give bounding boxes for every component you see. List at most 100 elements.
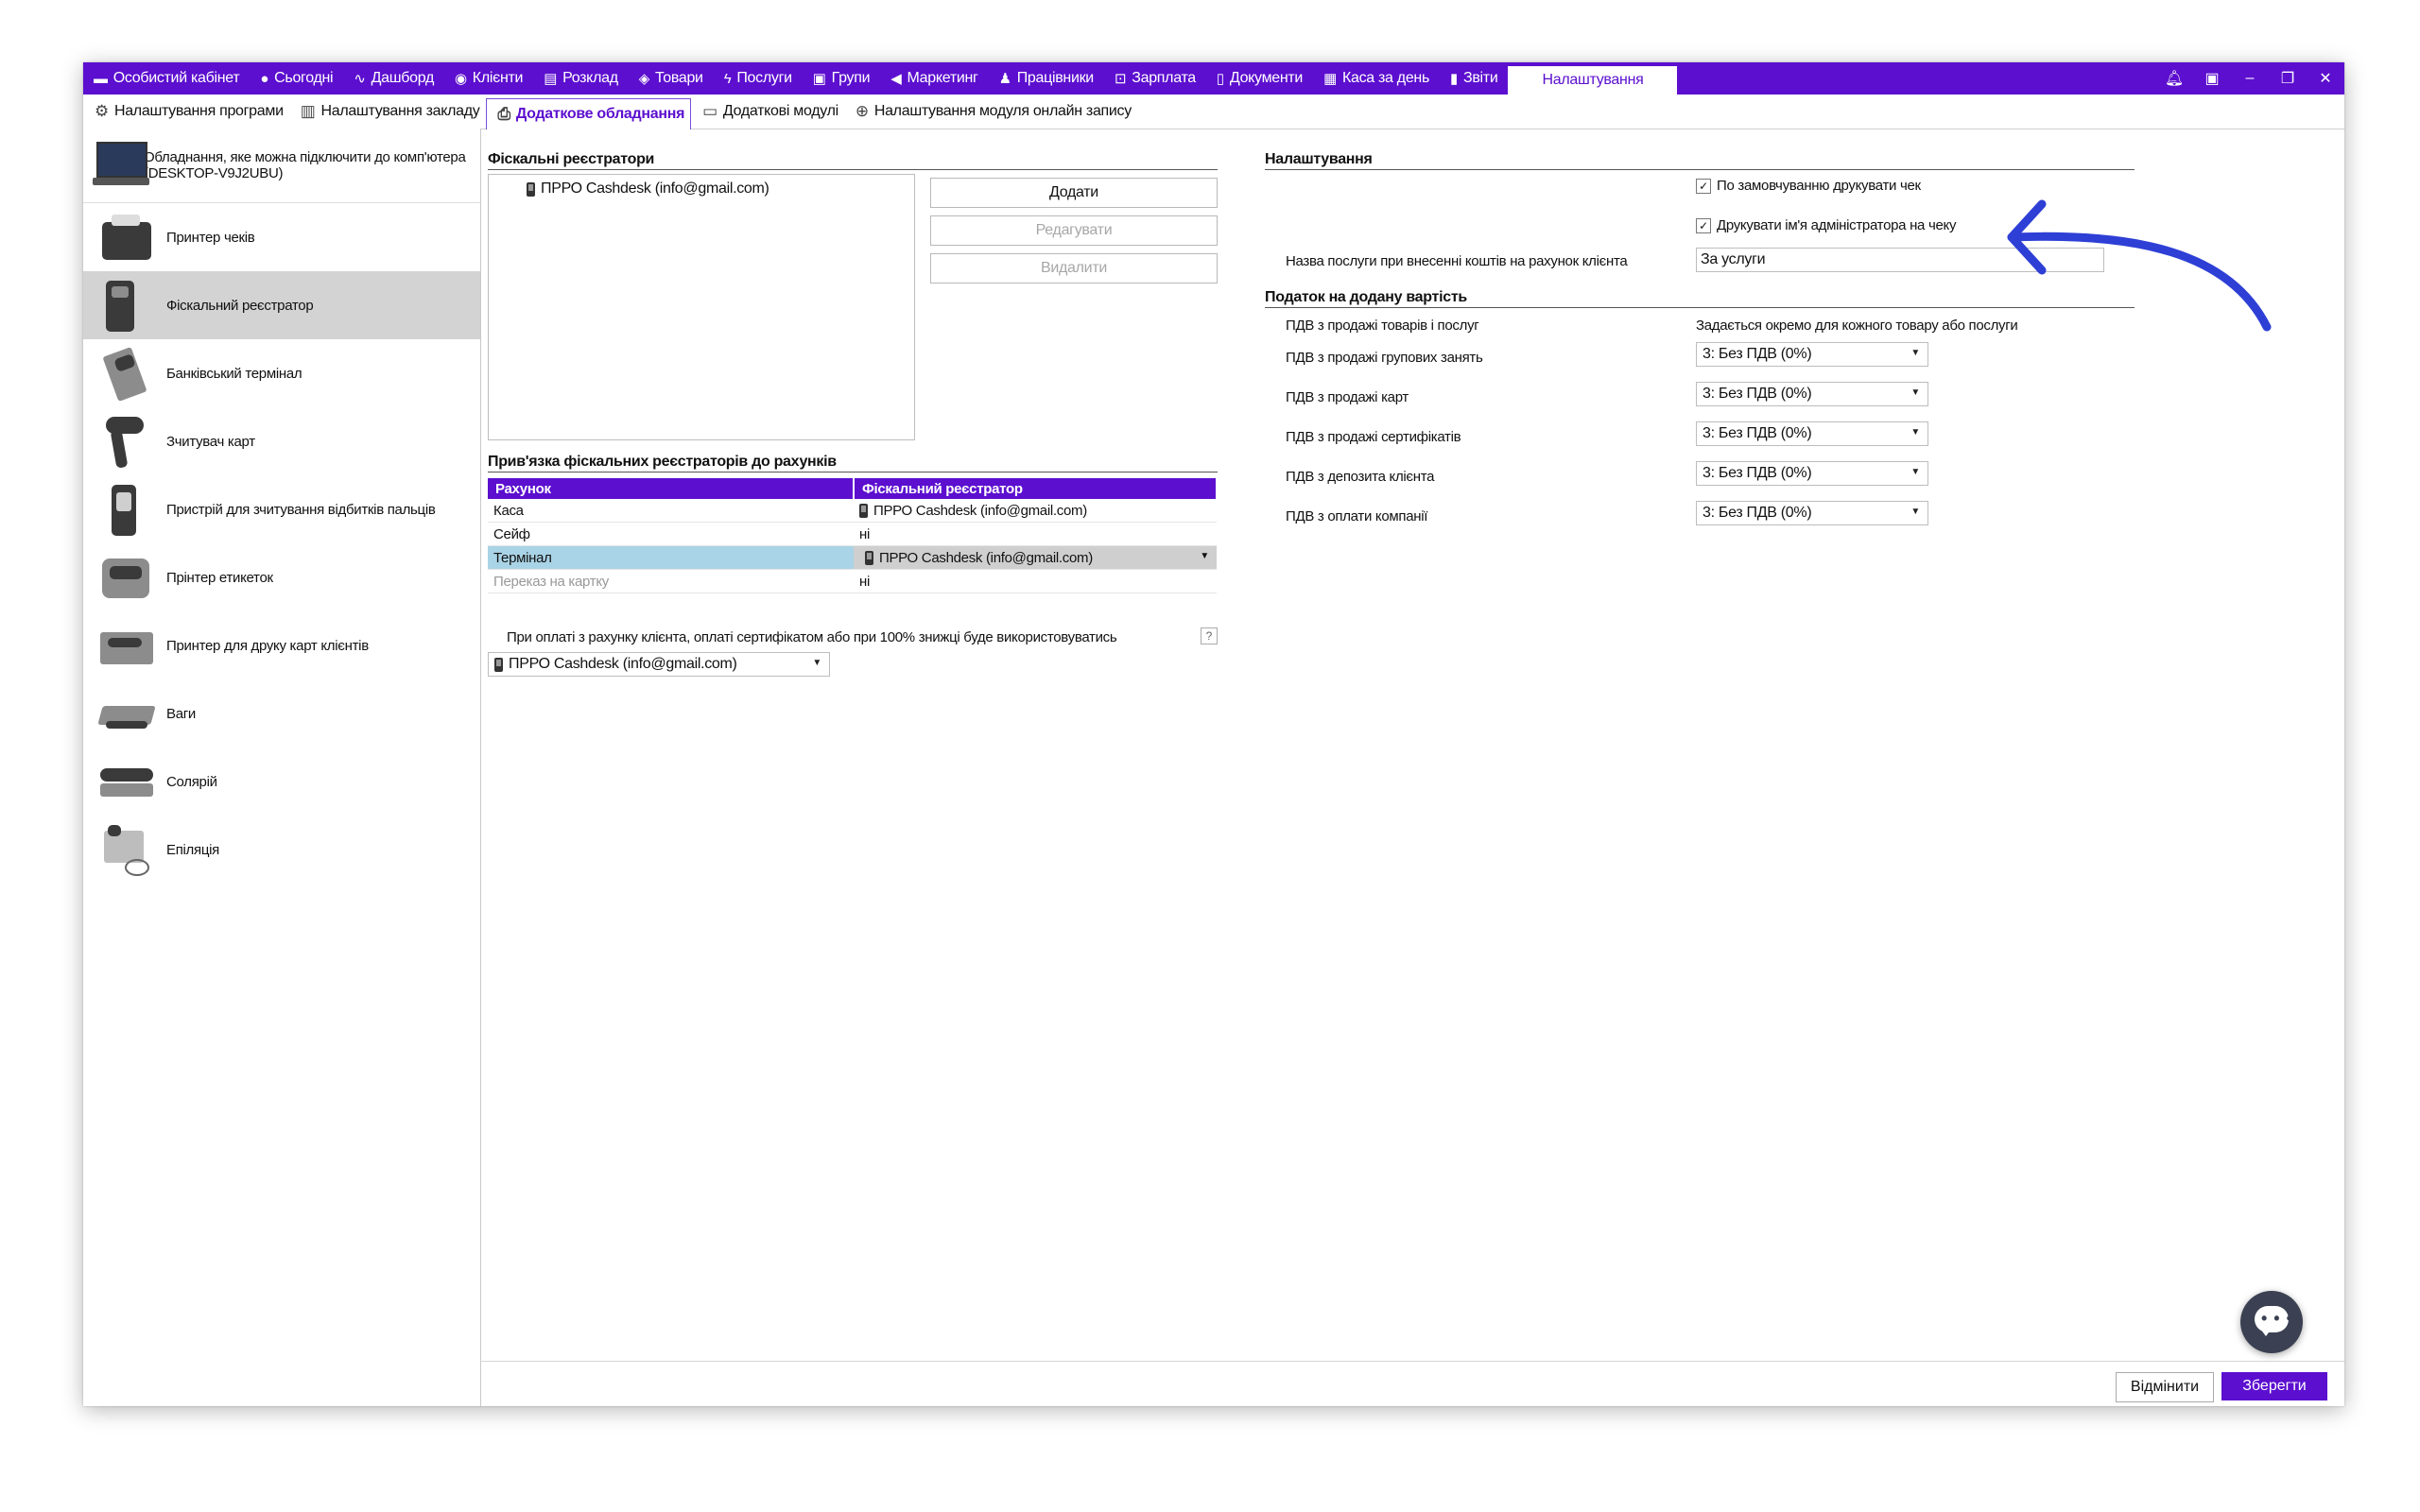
print-receipt-default-checkbox[interactable]: ✓ По замовчуванню друкувати чек bbox=[1696, 178, 1921, 194]
calendar-icon: ▤ bbox=[544, 71, 558, 87]
tab-venue-settings[interactable]: ▥ Налаштування закладу bbox=[289, 97, 486, 126]
device-epilation[interactable]: Епіляція bbox=[83, 816, 480, 884]
add-button[interactable]: Додати bbox=[930, 178, 1218, 208]
table-row-selected[interactable]: Термінал ПРРО Cashdesk (info@gmail.com) ▼ bbox=[488, 545, 1217, 570]
nav-goods[interactable]: ◈ Товари bbox=[629, 62, 714, 94]
chevron-down-icon: ▼ bbox=[1910, 348, 1920, 358]
vat-certificates-label: ПДВ з продажі сертифікатів bbox=[1286, 429, 1461, 445]
vat-cards-select[interactable]: 3: Без ПДВ (0%) ▼ bbox=[1696, 382, 1928, 406]
wallet-icon: ▬ bbox=[94, 70, 108, 87]
chevron-down-icon: ▼ bbox=[1910, 467, 1920, 477]
tab-online-booking-settings[interactable]: ⊕ Налаштування модуля онлайн запису bbox=[844, 97, 1137, 126]
vat-company-payment-select[interactable]: 3: Без ПДВ (0%) ▼ bbox=[1696, 501, 1928, 525]
scales-icon bbox=[97, 685, 156, 742]
nav-dashboard[interactable]: ∿ Дашборд bbox=[343, 62, 444, 94]
device-sidebar: Обладнання, яке можна підключити до комп… bbox=[83, 129, 481, 1406]
card-printer-icon bbox=[98, 617, 153, 674]
cancel-button[interactable]: Відмінити bbox=[2116, 1372, 2214, 1402]
person-icon: ♟ bbox=[998, 71, 1011, 87]
binding-heading: Прив'язка фіскальних реєстраторів до рах… bbox=[488, 454, 1218, 472]
print-admin-name-checkbox[interactable]: ✓ Друкувати ім'я адміністратора на чеку bbox=[1696, 217, 1956, 233]
chevron-down-icon: ▼ bbox=[1910, 427, 1920, 438]
device-scales[interactable]: Ваги bbox=[83, 679, 480, 747]
epilation-icon bbox=[98, 821, 153, 878]
nav-marketing[interactable]: ◀ Маркетинг bbox=[880, 62, 988, 94]
nav-clients[interactable]: ◉ Клієнти bbox=[444, 62, 533, 94]
nav-documents[interactable]: ▯ Документи bbox=[1206, 62, 1313, 94]
chat-icon[interactable]: • • • bbox=[2240, 1291, 2303, 1353]
vat-goods-value: Задається окремо для кожного товару або … bbox=[1696, 318, 2018, 334]
nav-reports[interactable]: ▮ Звіти bbox=[1440, 62, 1508, 94]
close-icon[interactable]: ✕ bbox=[2307, 69, 2344, 88]
chevron-down-icon: ▼ bbox=[1910, 507, 1920, 517]
phone-icon bbox=[494, 657, 503, 672]
table-row[interactable]: Сейф ні bbox=[488, 522, 1217, 546]
bank-terminal-icon bbox=[98, 345, 153, 402]
device-fiscal-registrar[interactable]: Фіскальний реєстратор bbox=[83, 271, 480, 339]
tab-program-settings[interactable]: ⚙ Налаштування програми bbox=[83, 97, 289, 126]
nav-employees[interactable]: ♟ Працівники bbox=[989, 62, 1104, 94]
footer-divider bbox=[480, 1361, 2344, 1362]
nav-today[interactable]: ● Сьогодні bbox=[250, 62, 343, 94]
device-fingerprint-reader[interactable]: Пристрій для зчитування відбитків пальці… bbox=[83, 475, 480, 543]
device-receipt-printer[interactable]: Принтер чеків bbox=[83, 203, 480, 271]
lock-icon[interactable]: ▣ bbox=[2193, 69, 2231, 88]
payment-registrar-select[interactable]: ПРРО Cashdesk (info@gmail.com) ▼ bbox=[488, 652, 830, 677]
user-circle-icon: ◉ bbox=[455, 71, 467, 87]
circle-icon: ● bbox=[260, 70, 269, 87]
minimize-icon[interactable]: – bbox=[2231, 70, 2269, 87]
nav-settings[interactable]: Налаштування bbox=[1508, 66, 1678, 94]
table-row[interactable]: Каса ПРРО Cashdesk (info@gmail.com) bbox=[488, 499, 1217, 523]
settings-subtabs: ⚙ Налаштування програми ▥ Налаштування зак… bbox=[83, 94, 2344, 129]
card-reader-icon bbox=[98, 413, 153, 470]
service-name-label: Назва послуги при внесенні коштів на рах… bbox=[1286, 253, 1628, 269]
delete-button[interactable]: Видалити bbox=[930, 253, 1218, 284]
box-icon: ◈ bbox=[638, 71, 650, 87]
top-nav: ▬ Особистий кабінет ● Сьогодні ∿ Дашборд ◉ К… bbox=[83, 62, 2344, 94]
vat-company-payment-label: ПДВ з оплати компанії bbox=[1286, 508, 1428, 524]
nav-cash-day[interactable]: ▦ Каса за день bbox=[1313, 62, 1440, 94]
device-label-printer[interactable]: Прінтер етикеток bbox=[83, 543, 480, 611]
binding-table: Рахунок Фіскальний реєстратор Каса ПРРО … bbox=[488, 478, 1218, 593]
solarium-icon bbox=[98, 753, 153, 810]
phone-icon bbox=[865, 551, 873, 566]
vat-client-deposit-select[interactable]: 3: Без ПДВ (0%) ▼ bbox=[1696, 461, 1928, 486]
window-controls: 🔔︎ ▣ – ❐ ✕ bbox=[2155, 62, 2344, 94]
tab-additional-modules[interactable]: ▭ Додаткові модулі bbox=[691, 97, 844, 126]
phone-icon bbox=[527, 181, 535, 197]
vat-certificates-select[interactable]: 3: Без ПДВ (0%) ▼ bbox=[1696, 421, 1928, 446]
device-bank-terminal[interactable]: Банківський термінал bbox=[83, 339, 480, 407]
pulse-icon: ∿ bbox=[354, 71, 366, 87]
group-icon: ▣ bbox=[812, 71, 826, 87]
restore-icon[interactable]: ❐ bbox=[2269, 69, 2307, 88]
fiscal-registrar-icon bbox=[98, 277, 153, 334]
tab-additional-equipment[interactable]: ⎙ Додаткове обладнання bbox=[485, 97, 692, 129]
device-solarium[interactable]: Солярій bbox=[83, 747, 480, 816]
device-card-printer[interactable]: Принтер для друку карт клієнтів bbox=[83, 611, 480, 679]
laptop-icon bbox=[93, 142, 149, 189]
annotation-arrow-icon bbox=[2007, 199, 2272, 332]
help-icon[interactable]: ? bbox=[1201, 627, 1218, 644]
nav-groups[interactable]: ▣ Групи bbox=[803, 62, 880, 94]
device-card-reader[interactable]: Зчитувач карт bbox=[83, 407, 480, 475]
document-icon: ▯ bbox=[1216, 71, 1224, 87]
vat-group-classes-select[interactable]: 3: Без ПДВ (0%) ▼ bbox=[1696, 342, 1928, 367]
module-icon: ▭ bbox=[702, 102, 717, 120]
nav-salary[interactable]: ⊡ Зарплата bbox=[1104, 62, 1206, 94]
table-row[interactable]: Переказ на картку ні bbox=[488, 569, 1217, 593]
save-button[interactable]: Зберегти bbox=[2221, 1372, 2327, 1400]
chevron-down-icon[interactable]: ▼ bbox=[1200, 551, 1209, 561]
app-window: ▬ Особистий кабінет ● Сьогодні ∿ Дашборд ◉ К… bbox=[83, 62, 2344, 1406]
phone-icon bbox=[859, 504, 868, 519]
chevron-down-icon: ▼ bbox=[812, 658, 821, 668]
nav-services[interactable]: ϟ Послуги bbox=[714, 62, 803, 94]
list-item[interactable]: ПРРО Cashdesk (info@gmail.com) bbox=[489, 175, 914, 198]
edit-button[interactable]: Редагувати bbox=[930, 215, 1218, 246]
bell-icon[interactable]: 🔔︎ bbox=[2155, 69, 2193, 88]
fiscal-registrars-list[interactable]: ПРРО Cashdesk (info@gmail.com) bbox=[488, 174, 915, 440]
nav-personal-cabinet[interactable]: ▬ Особистий кабінет bbox=[83, 62, 250, 94]
chevron-down-icon: ▼ bbox=[1910, 387, 1920, 398]
vat-group-classes-label: ПДВ з продажі групових занять bbox=[1286, 350, 1483, 366]
vat-goods-label: ПДВ з продажі товарів і послуг bbox=[1286, 318, 1479, 334]
nav-schedule[interactable]: ▤ Розклад bbox=[533, 62, 629, 94]
